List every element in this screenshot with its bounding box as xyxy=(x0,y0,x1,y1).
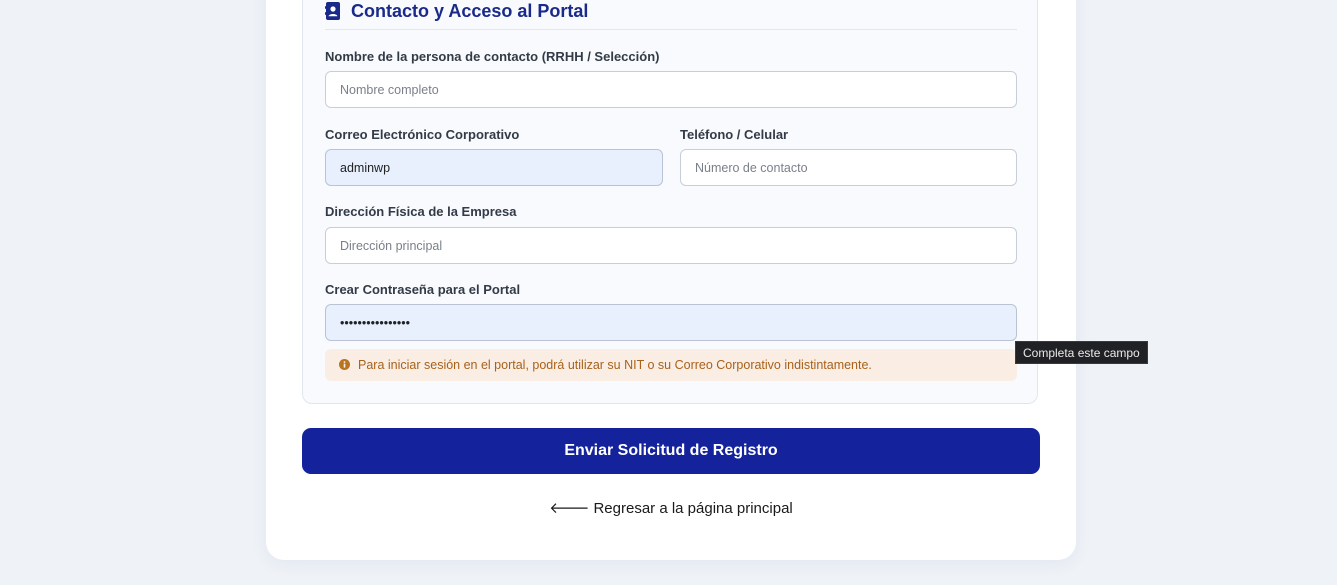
validation-tooltip: Completa este campo xyxy=(1015,341,1148,364)
arrow-left-icon: 🡐 xyxy=(549,500,590,517)
phone-input[interactable] xyxy=(680,149,1017,186)
back-link-label: Regresar a la página principal xyxy=(593,500,793,517)
email-label: Correo Electrónico Corporativo xyxy=(325,127,520,142)
phone-label: Teléfono / Celular xyxy=(680,127,789,142)
section-header: Contacto y Acceso al Portal xyxy=(325,0,1017,30)
email-input[interactable] xyxy=(325,149,663,186)
address-label: Dirección Física de la Empresa xyxy=(325,204,517,219)
contact-name-input[interactable] xyxy=(325,71,1017,108)
login-hint: Para iniciar sesión en el portal, podrá … xyxy=(325,349,1017,381)
contact-name-label: Nombre de la persona de contacto (RRHH /… xyxy=(325,49,660,64)
submit-registration-button[interactable]: Enviar Solicitud de Registro xyxy=(302,428,1040,474)
info-circle-icon xyxy=(339,359,350,370)
hint-text: Para iniciar sesión en el portal, podrá … xyxy=(358,358,872,372)
password-input[interactable] xyxy=(325,304,1017,341)
registration-card: Contacto y Acceso al Portal Nombre de la… xyxy=(266,0,1076,560)
back-to-home-link[interactable]: 🡐 Regresar a la página principal xyxy=(266,498,1076,517)
section-title: Contacto y Acceso al Portal xyxy=(351,1,589,21)
contact-access-section: Contacto y Acceso al Portal Nombre de la… xyxy=(302,0,1038,404)
contact-card-icon xyxy=(325,2,340,20)
address-input[interactable] xyxy=(325,227,1017,264)
password-label: Crear Contraseña para el Portal xyxy=(325,282,521,297)
